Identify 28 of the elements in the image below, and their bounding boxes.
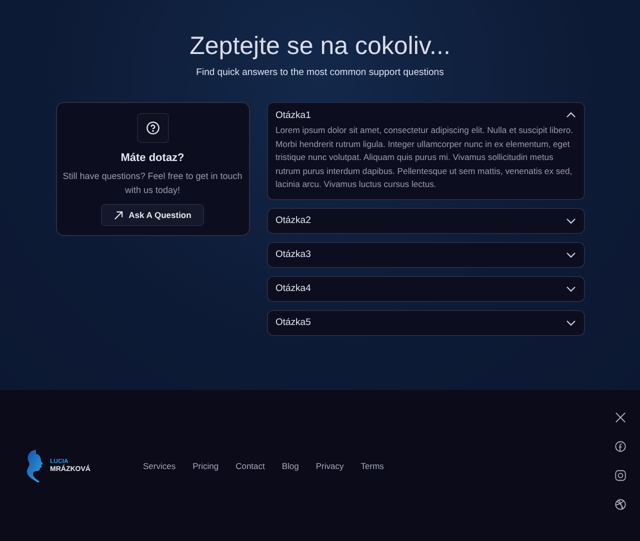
facebook-icon[interactable] xyxy=(615,441,626,452)
footer-link[interactable]: Services xyxy=(143,460,176,470)
chevron-icon xyxy=(566,286,576,292)
faq-question[interactable]: Otázka3 xyxy=(268,242,584,266)
footer-link[interactable]: Terms xyxy=(360,460,384,470)
question-icon xyxy=(136,113,168,143)
page-title: Zeptejte se na cokoliv... xyxy=(190,32,450,61)
footer-link[interactable]: Pricing xyxy=(192,460,219,470)
diagonal-arrow-icon xyxy=(114,210,123,220)
faq-question[interactable]: Otázka5 xyxy=(268,310,584,334)
footer-link[interactable]: Blog xyxy=(282,460,299,470)
faq-question[interactable]: Otázka4 xyxy=(268,276,584,300)
faq-question[interactable]: Otázka2 xyxy=(268,208,584,232)
chevron-icon xyxy=(566,218,576,224)
chevron-icon xyxy=(566,252,576,258)
dribbble-icon[interactable] xyxy=(615,499,626,510)
ask-question-button[interactable]: Ask A Question xyxy=(100,204,204,226)
instagram-icon[interactable] xyxy=(615,470,626,481)
x-logo-icon[interactable] xyxy=(615,412,626,423)
chevron-icon xyxy=(566,112,576,118)
faq-question[interactable]: Otázka1 xyxy=(268,103,584,127)
footer-link[interactable]: Privacy xyxy=(316,460,344,470)
chevron-icon xyxy=(566,320,576,326)
faq-answer: Lorem ipsum dolor sit amet, consectetur adipiscing elit. Nulla et suscipit libero. Morbi hendrerit rutrum ligula. Integer ullamcorper nunc in ex elementum, eget tristique nunc volutpat. Aliquam quis purus mi. Vivamus sollicitudin metus rutrum purus interdum dapibus. Pellentesque ut sem mattis, venenatis ex sed, lacinia arcu. Vivamus luctus cursus lectus. xyxy=(276,124,574,191)
page-subtitle: Find quick answers to the most common support questions xyxy=(196,67,444,78)
footer-link[interactable]: Contact xyxy=(236,460,265,470)
card-title: Máte dotaz? xyxy=(120,152,184,164)
card-text: Still have questions? Feel free to get in touch with us today! xyxy=(62,170,242,197)
